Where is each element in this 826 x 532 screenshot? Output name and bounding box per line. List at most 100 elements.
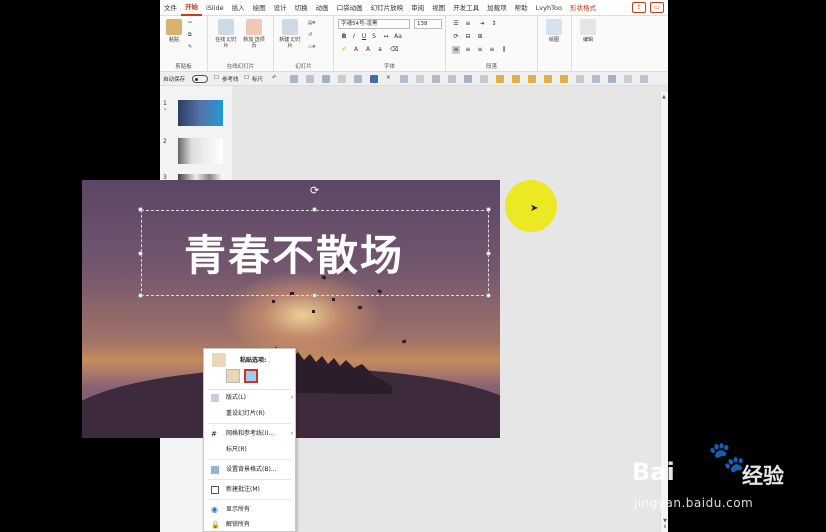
qat-tool-icon[interactable] bbox=[338, 75, 346, 83]
menu-item-unlock-all[interactable]: 🔓 解锁所有 bbox=[204, 518, 297, 532]
menu-item-grid-guides[interactable]: # 网格和参考线(I)... › bbox=[204, 427, 297, 441]
reset-icon[interactable]: ↺ bbox=[308, 32, 312, 38]
slide-thumbnail[interactable] bbox=[178, 100, 223, 126]
qat-tool-icon[interactable] bbox=[576, 75, 584, 83]
tab-design[interactable]: 设计 bbox=[270, 0, 291, 16]
menu-item-new-comment[interactable]: 新建批注(M) bbox=[204, 483, 297, 497]
rotate-handle-icon[interactable]: ⟳ bbox=[310, 184, 319, 197]
new-tab-button[interactable]: 新加 选项页 bbox=[242, 19, 266, 49]
spacing-icon[interactable]: ↔ bbox=[382, 33, 390, 41]
qat-tool-icon[interactable] bbox=[480, 75, 488, 83]
tab-help[interactable]: 帮助 bbox=[511, 0, 532, 16]
qat-tool-icon[interactable] bbox=[624, 75, 632, 83]
shadow-button[interactable]: S bbox=[370, 33, 378, 41]
clear-format-icon[interactable]: ⌫ bbox=[390, 46, 398, 54]
qat-tool-icon[interactable] bbox=[416, 75, 424, 83]
grow-font-icon[interactable]: A bbox=[364, 46, 372, 54]
tab-addins[interactable]: 加载项 bbox=[483, 0, 511, 16]
resize-handle[interactable] bbox=[486, 207, 491, 212]
columns-icon[interactable]: ⫼ bbox=[500, 46, 508, 54]
resize-handle[interactable] bbox=[138, 207, 143, 212]
indent-icon[interactable]: ⇥ bbox=[478, 20, 486, 28]
font-color-icon[interactable]: A bbox=[352, 46, 360, 54]
line-spacing-icon[interactable]: ↕ bbox=[490, 20, 498, 28]
tab-shape-format[interactable]: 形状格式 bbox=[566, 0, 600, 16]
editing-button[interactable]: 编辑 bbox=[576, 19, 600, 43]
tab-review[interactable]: 审阅 bbox=[407, 0, 428, 16]
tab-slideshow[interactable]: 幻灯片放映 bbox=[367, 0, 408, 16]
resize-handle[interactable] bbox=[138, 293, 143, 298]
layout-icon[interactable]: ▤▾ bbox=[308, 20, 315, 26]
online-slides-button[interactable]: 在线 幻灯片 bbox=[214, 19, 238, 49]
qat-tool-icon[interactable] bbox=[608, 75, 616, 83]
bold-button[interactable]: B bbox=[340, 33, 348, 41]
qat-tool-icon[interactable] bbox=[512, 75, 520, 83]
drawing-button[interactable]: 绘图 bbox=[542, 19, 566, 43]
qat-tool-icon[interactable] bbox=[496, 75, 504, 83]
tab-view[interactable]: 视图 bbox=[428, 0, 449, 16]
italic-button[interactable]: I bbox=[350, 33, 358, 41]
resize-handle[interactable] bbox=[312, 293, 317, 298]
slide-title[interactable]: 青春不散场 bbox=[144, 222, 444, 283]
bullets-icon[interactable]: ☰ bbox=[452, 20, 460, 28]
case-icon[interactable]: Aa bbox=[394, 33, 402, 41]
tab-lvyhtool[interactable]: LvyhToo bbox=[532, 0, 566, 16]
autosave-toggle[interactable] bbox=[192, 75, 208, 83]
qat-tool-icon[interactable] bbox=[640, 75, 648, 83]
align-left-icon[interactable]: ≡ bbox=[452, 46, 460, 54]
paste-button[interactable]: 粘贴 bbox=[162, 19, 186, 43]
align-center-icon[interactable]: ≡ bbox=[464, 46, 472, 54]
resize-handle[interactable] bbox=[138, 251, 143, 256]
numbering-icon[interactable]: ≡ bbox=[464, 20, 472, 28]
tab-file[interactable]: 文件 bbox=[160, 0, 181, 16]
shrink-font-icon[interactable]: a bbox=[376, 46, 384, 54]
qat-tool-icon[interactable] bbox=[432, 75, 440, 83]
align-text-icon[interactable]: ⊟ bbox=[464, 33, 472, 41]
qat-tool-icon[interactable] bbox=[322, 75, 330, 83]
tab-insert[interactable]: 插入 bbox=[228, 0, 249, 16]
comment-icon[interactable]: ▭ bbox=[650, 2, 664, 13]
qat-tool-icon[interactable] bbox=[354, 75, 362, 83]
save-icon[interactable] bbox=[370, 75, 378, 83]
scroll-down-icon[interactable]: ▼ ⇟ bbox=[661, 518, 668, 530]
copy-icon[interactable]: ⧉ bbox=[188, 32, 192, 38]
paste-keep-format-icon[interactable] bbox=[226, 369, 240, 383]
tab-islide[interactable]: iSlide bbox=[202, 0, 228, 16]
resize-handle[interactable] bbox=[486, 293, 491, 298]
tab-transitions[interactable]: 切换 bbox=[291, 0, 312, 16]
qat-tool-icon[interactable] bbox=[528, 75, 536, 83]
slide-thumbnail[interactable] bbox=[178, 138, 223, 164]
menu-item-layout[interactable]: 版式(L) › bbox=[204, 391, 297, 405]
font-size-field[interactable]: 138 bbox=[414, 19, 442, 29]
font-name-field[interactable]: 字魂54号-凌黑 bbox=[338, 19, 410, 29]
qat-tool-icon[interactable] bbox=[400, 75, 408, 83]
new-slide-button[interactable]: 新建 幻灯片 bbox=[278, 19, 302, 49]
menu-item-show-all[interactable]: ◉ 显示所有 bbox=[204, 503, 297, 517]
qat-tool-icon[interactable] bbox=[560, 75, 568, 83]
format-painter-icon[interactable]: ✎ bbox=[188, 44, 192, 50]
qat-tool-icon[interactable] bbox=[290, 75, 298, 83]
justify-icon[interactable]: ≡ bbox=[488, 46, 496, 54]
menu-item-ruler[interactable]: 标尺(R) bbox=[204, 443, 297, 457]
menu-item-format-background[interactable]: 设置背景格式(B)... bbox=[204, 463, 297, 477]
align-right-icon[interactable]: ≡ bbox=[476, 46, 484, 54]
resize-handle[interactable] bbox=[486, 251, 491, 256]
resize-handle[interactable] bbox=[312, 207, 317, 212]
tab-home[interactable]: 开始 bbox=[181, 0, 202, 16]
tab-animations[interactable]: 动画 bbox=[312, 0, 333, 16]
gridlines-checkbox[interactable]: ☐ bbox=[214, 75, 219, 81]
scroll-up-icon[interactable]: ▲ bbox=[662, 94, 666, 100]
qat-tool-icon[interactable] bbox=[306, 75, 314, 83]
qat-tool-icon[interactable] bbox=[448, 75, 456, 83]
highlight-icon[interactable]: ✐ bbox=[340, 46, 348, 54]
undo-icon[interactable]: ↶ bbox=[272, 75, 277, 81]
qat-tool-icon[interactable] bbox=[544, 75, 552, 83]
qat-tool-icon[interactable] bbox=[464, 75, 472, 83]
text-direction-icon[interactable]: ⟳ bbox=[452, 33, 460, 41]
underline-button[interactable]: U bbox=[360, 33, 368, 41]
tab-developer[interactable]: 开发工具 bbox=[449, 0, 483, 16]
qat-tool-icon[interactable] bbox=[592, 75, 600, 83]
paste-as-picture-icon[interactable] bbox=[244, 369, 258, 383]
menu-item-reset-slide[interactable]: 重设幻灯片(R) bbox=[204, 407, 297, 421]
section-icon[interactable]: ▭▾ bbox=[308, 44, 315, 50]
